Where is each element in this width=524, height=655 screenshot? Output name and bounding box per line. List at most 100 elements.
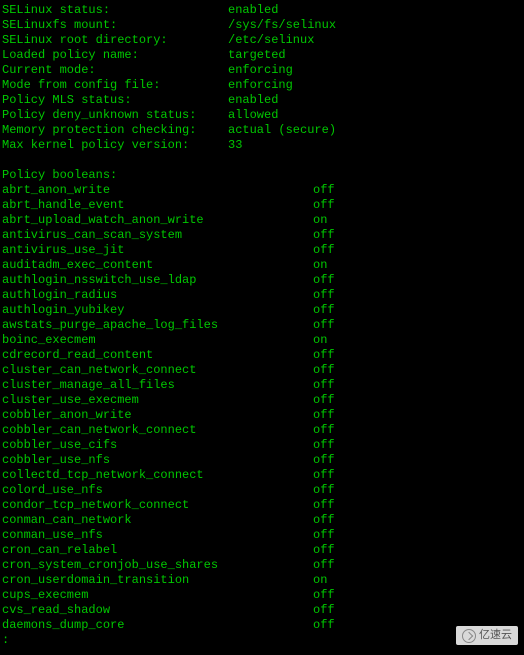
boolean-line: cobbler_use_cifsoff <box>2 438 522 453</box>
boolean-value: off <box>313 618 335 633</box>
watermark-icon <box>462 629 476 643</box>
boolean-line: abrt_upload_watch_anon_writeon <box>2 213 522 228</box>
boolean-value: off <box>313 483 335 498</box>
boolean-value: on <box>313 213 327 228</box>
boolean-name: cdrecord_read_content <box>2 348 313 363</box>
boolean-name: awstats_purge_apache_log_files <box>2 318 313 333</box>
boolean-value: off <box>313 498 335 513</box>
status-value: targeted <box>228 48 286 63</box>
boolean-value: on <box>313 258 327 273</box>
boolean-value: off <box>313 243 335 258</box>
boolean-value: off <box>313 288 335 303</box>
status-value: enforcing <box>228 78 293 93</box>
boolean-line: auditadm_exec_contenton <box>2 258 522 273</box>
boolean-line: cluster_can_network_connectoff <box>2 363 522 378</box>
blank-line <box>2 153 522 168</box>
boolean-line: awstats_purge_apache_log_filesoff <box>2 318 522 333</box>
boolean-value: off <box>313 543 335 558</box>
status-line: Mode from config file:enforcing <box>2 78 522 93</box>
boolean-line: collectd_tcp_network_connectoff <box>2 468 522 483</box>
boolean-line: cobbler_anon_writeoff <box>2 408 522 423</box>
pager-prompt[interactable]: : <box>2 633 522 648</box>
watermark-badge: 亿速云 <box>456 626 518 645</box>
boolean-line: cluster_manage_all_filesoff <box>2 378 522 393</box>
boolean-name: cobbler_use_nfs <box>2 453 313 468</box>
boolean-line: cluster_use_execmemoff <box>2 393 522 408</box>
boolean-line: cups_execmemoff <box>2 588 522 603</box>
policy-booleans-list: abrt_anon_writeoffabrt_handle_eventoffab… <box>2 183 522 633</box>
boolean-name: cups_execmem <box>2 588 313 603</box>
boolean-value: off <box>313 393 335 408</box>
boolean-value: off <box>313 528 335 543</box>
boolean-value: off <box>313 273 335 288</box>
boolean-line: antivirus_can_scan_systemoff <box>2 228 522 243</box>
status-line: Policy deny_unknown status:allowed <box>2 108 522 123</box>
status-label: SELinuxfs mount: <box>2 18 228 33</box>
status-label: SELinux status: <box>2 3 228 18</box>
boolean-name: abrt_anon_write <box>2 183 313 198</box>
boolean-value: off <box>313 378 335 393</box>
boolean-name: authlogin_yubikey <box>2 303 313 318</box>
boolean-line: cron_system_cronjob_use_sharesoff <box>2 558 522 573</box>
boolean-name: collectd_tcp_network_connect <box>2 468 313 483</box>
status-value: enabled <box>228 3 278 18</box>
status-label: Current mode: <box>2 63 228 78</box>
status-label: Policy MLS status: <box>2 93 228 108</box>
boolean-line: condor_tcp_network_connectoff <box>2 498 522 513</box>
boolean-value: on <box>313 333 327 348</box>
status-label: Memory protection checking: <box>2 123 228 138</box>
status-value: enforcing <box>228 63 293 78</box>
boolean-line: authlogin_yubikeyoff <box>2 303 522 318</box>
boolean-name: cluster_can_network_connect <box>2 363 313 378</box>
boolean-line: cdrecord_read_contentoff <box>2 348 522 363</box>
boolean-line: cvs_read_shadowoff <box>2 603 522 618</box>
status-label: Policy deny_unknown status: <box>2 108 228 123</box>
boolean-line: cobbler_can_network_connectoff <box>2 423 522 438</box>
status-label: SELinux root directory: <box>2 33 228 48</box>
boolean-line: authlogin_radiusoff <box>2 288 522 303</box>
status-value: /sys/fs/selinux <box>228 18 336 33</box>
boolean-line: cron_userdomain_transitionon <box>2 573 522 588</box>
boolean-name: cobbler_anon_write <box>2 408 313 423</box>
boolean-line: authlogin_nsswitch_use_ldapoff <box>2 273 522 288</box>
boolean-line: colord_use_nfsoff <box>2 483 522 498</box>
boolean-value: off <box>313 228 335 243</box>
boolean-name: conman_use_nfs <box>2 528 313 543</box>
boolean-value: off <box>313 558 335 573</box>
boolean-value: off <box>313 183 335 198</box>
boolean-name: cobbler_use_cifs <box>2 438 313 453</box>
boolean-name: abrt_handle_event <box>2 198 313 213</box>
boolean-name: cobbler_can_network_connect <box>2 423 313 438</box>
status-value: enabled <box>228 93 278 108</box>
boolean-value: off <box>313 513 335 528</box>
boolean-value: off <box>313 348 335 363</box>
boolean-name: antivirus_use_jit <box>2 243 313 258</box>
watermark-text: 亿速云 <box>479 628 512 643</box>
status-label: Loaded policy name: <box>2 48 228 63</box>
boolean-line: cron_can_relabeloff <box>2 543 522 558</box>
boolean-value: off <box>313 198 335 213</box>
boolean-name: cron_userdomain_transition <box>2 573 313 588</box>
boolean-value: off <box>313 408 335 423</box>
boolean-value: off <box>313 468 335 483</box>
boolean-value: off <box>313 453 335 468</box>
status-line: SELinuxfs mount:/sys/fs/selinux <box>2 18 522 33</box>
boolean-line: abrt_handle_eventoff <box>2 198 522 213</box>
status-line: Memory protection checking:actual (secur… <box>2 123 522 138</box>
status-label: Max kernel policy version: <box>2 138 228 153</box>
status-value: /etc/selinux <box>228 33 314 48</box>
boolean-name: boinc_execmem <box>2 333 313 348</box>
boolean-name: abrt_upload_watch_anon_write <box>2 213 313 228</box>
boolean-value: off <box>313 438 335 453</box>
boolean-name: antivirus_can_scan_system <box>2 228 313 243</box>
boolean-name: authlogin_nsswitch_use_ldap <box>2 273 313 288</box>
status-line: Max kernel policy version:33 <box>2 138 522 153</box>
boolean-line: antivirus_use_jitoff <box>2 243 522 258</box>
status-value: actual (secure) <box>228 123 336 138</box>
boolean-value: off <box>313 363 335 378</box>
status-line: Policy MLS status:enabled <box>2 93 522 108</box>
status-line: Loaded policy name:targeted <box>2 48 522 63</box>
policy-booleans-header: Policy booleans: <box>2 168 522 183</box>
boolean-line: daemons_dump_coreoff <box>2 618 522 633</box>
status-value: allowed <box>228 108 278 123</box>
